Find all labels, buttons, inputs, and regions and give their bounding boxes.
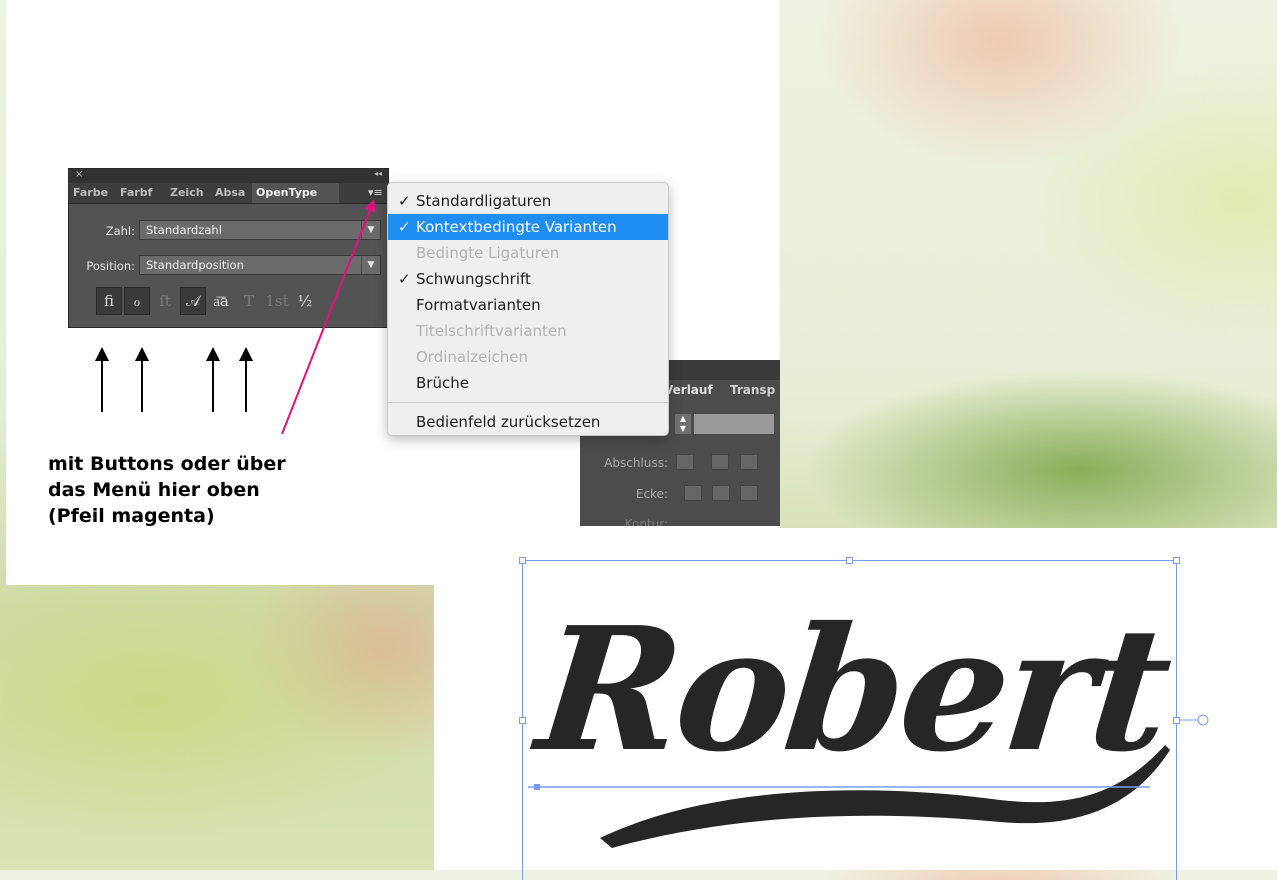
rotate-handle[interactable] <box>0 0 1277 870</box>
